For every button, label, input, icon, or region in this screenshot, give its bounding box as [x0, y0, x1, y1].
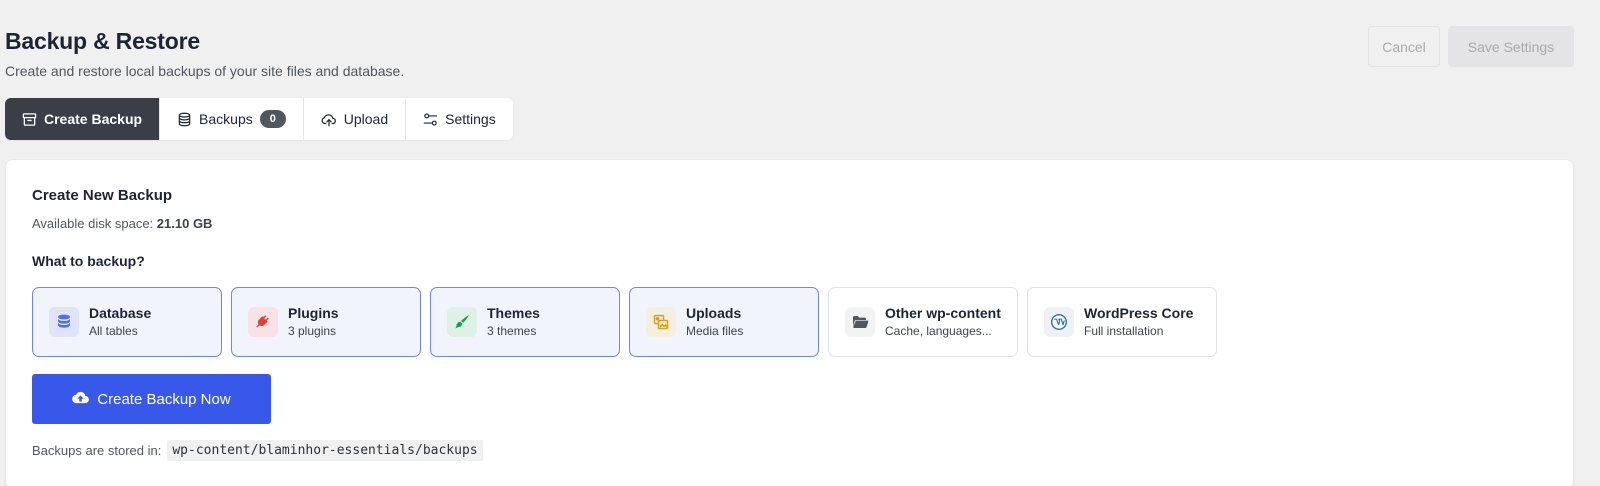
plug-icon — [248, 307, 278, 337]
tab-bar: Create Backup Backups 0 Upload Settings — [5, 98, 513, 140]
archive-icon — [22, 112, 37, 127]
cloud-upload-icon — [321, 112, 337, 127]
option-title: Uploads — [686, 305, 742, 321]
disk-space-value: 21.10 GB — [156, 216, 213, 231]
option-title: Database — [89, 305, 152, 321]
tab-create-backup[interactable]: Create Backup — [5, 98, 161, 140]
cloud-upload-icon — [72, 391, 90, 408]
save-settings-button[interactable]: Save Settings — [1448, 26, 1574, 67]
option-text: Plugins 3 plugins — [288, 305, 339, 339]
header-actions: Cancel Save Settings — [1368, 26, 1574, 67]
option-title: Plugins — [288, 305, 339, 321]
folder-open-icon — [845, 307, 875, 337]
page-header: Backup & Restore Create and restore loca… — [5, 26, 404, 80]
option-wordpress-core[interactable]: WordPress Core Full installation — [1027, 287, 1217, 357]
storage-location-path: wp-content/blaminhor-essentials/backups — [167, 440, 483, 461]
create-backup-now-button[interactable]: Create Backup Now — [32, 374, 271, 424]
option-other-wp-content[interactable]: Other wp-content Cache, languages... — [828, 287, 1018, 357]
tab-label: Upload — [343, 111, 389, 127]
tab-label: Settings — [445, 111, 496, 127]
option-subtitle: Full installation — [1084, 324, 1164, 338]
backup-options: Database All tables Plugins 3 plugins Th… — [32, 287, 1217, 357]
disk-space-label: Available disk space: — [32, 216, 154, 231]
option-text: Other wp-content Cache, languages... — [885, 305, 1001, 339]
tab-upload[interactable]: Upload — [304, 98, 407, 140]
option-subtitle: Cache, languages... — [885, 324, 992, 338]
what-to-backup-label: What to backup? — [32, 253, 145, 269]
option-title: WordPress Core — [1084, 305, 1194, 321]
option-subtitle: 3 themes — [487, 324, 537, 338]
option-text: WordPress Core Full installation — [1084, 305, 1193, 339]
option-text: Themes 3 themes — [487, 305, 540, 339]
tab-settings[interactable]: Settings — [406, 98, 513, 140]
tab-label: Backups — [199, 111, 253, 127]
page-title: Backup & Restore — [5, 28, 200, 54]
option-subtitle: Media files — [686, 324, 744, 338]
create-backup-card: Create New Backup Available disk space: … — [5, 159, 1574, 486]
wordpress-icon — [1044, 307, 1074, 337]
database-icon — [49, 307, 79, 337]
option-themes[interactable]: Themes 3 themes — [430, 287, 620, 357]
tab-label: Create Backup — [44, 111, 143, 127]
storage-location-line: Backups are stored in: wp-content/blamin… — [32, 440, 1217, 461]
paint-brush-icon — [447, 307, 477, 337]
option-text: Uploads Media files — [686, 305, 743, 339]
option-database[interactable]: Database All tables — [32, 287, 222, 357]
tab-backups[interactable]: Backups 0 — [160, 98, 304, 140]
images-icon — [646, 307, 676, 337]
option-subtitle: 3 plugins — [288, 324, 337, 338]
option-uploads[interactable]: Uploads Media files — [629, 287, 819, 357]
create-backup-section: Create New Backup Available disk space: … — [32, 186, 1217, 461]
option-title: Themes — [487, 305, 540, 321]
storage-location-label: Backups are stored in: — [32, 443, 162, 458]
page-subtitle: Create and restore local backups of your… — [5, 63, 405, 79]
disk-space-line: Available disk space: 21.10 GB — [32, 215, 1217, 232]
option-plugins[interactable]: Plugins 3 plugins — [231, 287, 421, 357]
section-title: Create New Backup — [32, 187, 173, 204]
sliders-icon — [423, 112, 438, 127]
cancel-button[interactable]: Cancel — [1368, 26, 1440, 67]
option-subtitle: All tables — [89, 324, 138, 338]
option-title: Other wp-content — [885, 305, 1001, 321]
backups-count-badge: 0 — [259, 110, 286, 128]
option-text: Database All tables — [89, 305, 151, 339]
create-backup-now-label: Create Backup Now — [97, 390, 231, 408]
backup-restore-page: Backup & Restore Create and restore loca… — [0, 0, 1600, 486]
database-icon — [177, 112, 192, 127]
